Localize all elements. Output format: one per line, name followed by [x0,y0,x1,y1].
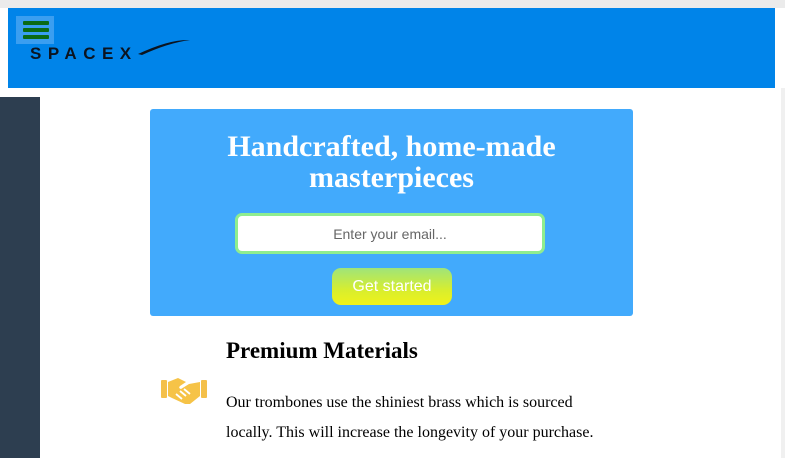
svg-text:SPACEX: SPACEX [30,44,138,63]
feature-title: Premium Materials [226,338,418,363]
page-top-border [0,0,785,8]
handshake-icon [161,378,207,404]
hero-section: Handcrafted, home-made masterpieces Get … [150,109,633,316]
spacex-logo[interactable]: SPACEX [30,38,190,68]
sidebar [0,97,40,458]
get-started-button[interactable]: Get started [332,268,452,305]
feature-description: Our trombones use the shiniest brass whi… [226,394,594,441]
site-header: SPACEX [8,8,775,88]
email-input[interactable] [235,213,545,254]
page-right-border [781,88,785,458]
hero-title: Handcrafted, home-made masterpieces [227,130,556,194]
